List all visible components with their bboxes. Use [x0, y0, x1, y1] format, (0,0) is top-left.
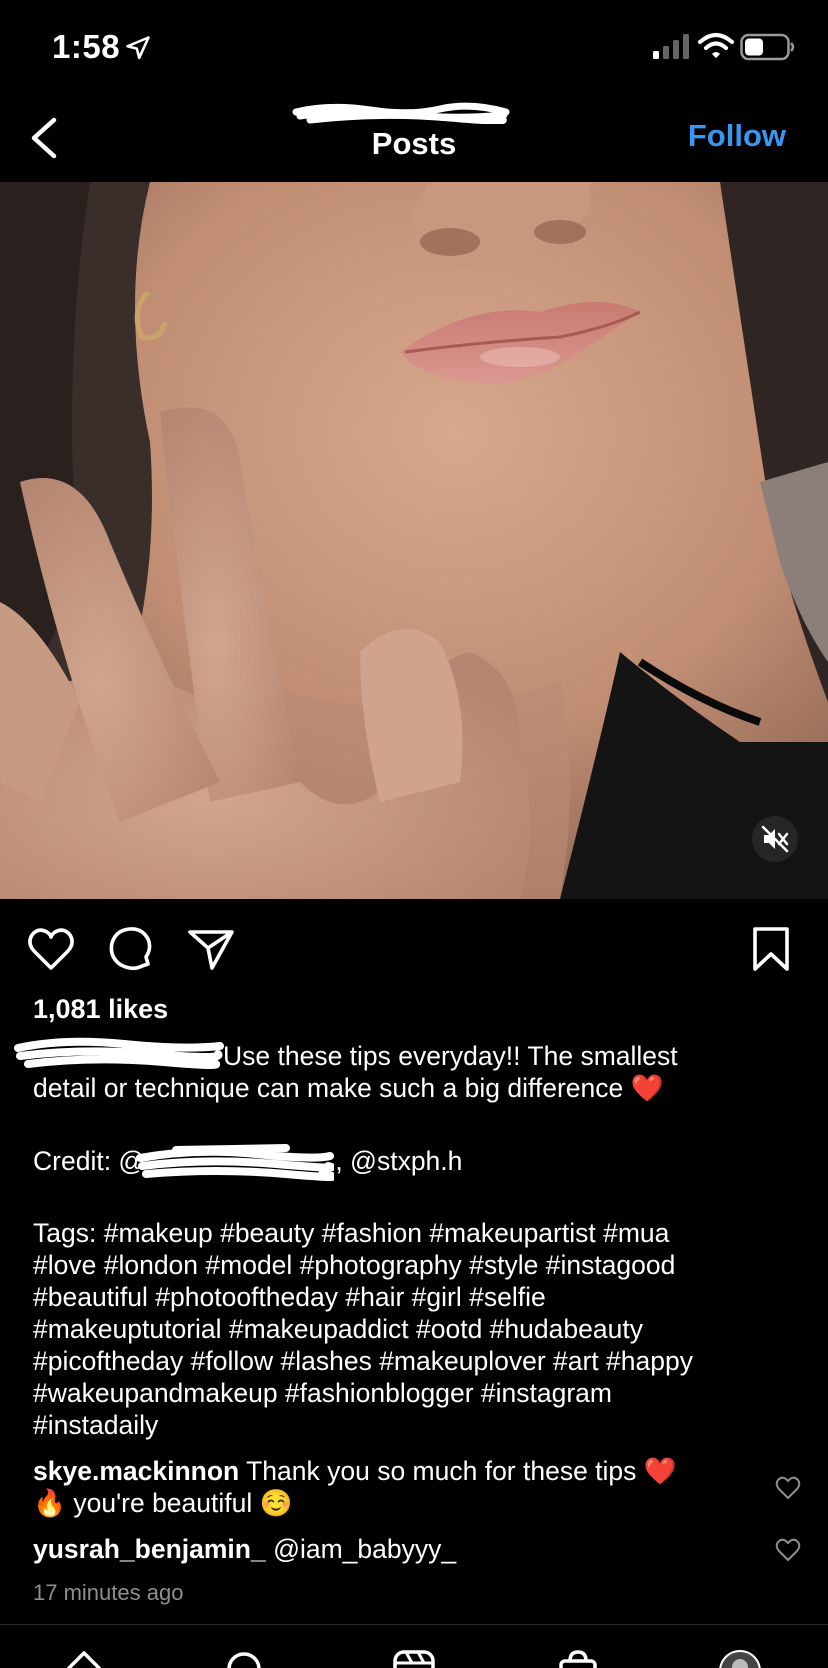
tags-line[interactable]: #makeuptutorial #makeupaddict #ootd #hud… [33, 1313, 803, 1345]
tags-line[interactable]: #picoftheday #follow #lashes #makeuplove… [33, 1345, 803, 1377]
comment-item: skye.mackinnon Thank you so much for the… [33, 1455, 733, 1519]
comment-username[interactable]: yusrah_benjamin_ [33, 1534, 266, 1564]
paper-plane-icon[interactable] [186, 924, 236, 974]
bookmark-icon[interactable] [746, 924, 796, 974]
credit-prefix: Credit: @ [33, 1146, 146, 1176]
redacted-credit-scribble [136, 1144, 334, 1181]
home-icon[interactable] [62, 1649, 106, 1668]
cellular-signal-icon [653, 34, 689, 59]
post-actions [0, 912, 828, 984]
comment-bubble-icon[interactable] [106, 924, 156, 974]
heart-icon[interactable] [26, 924, 76, 974]
tags-line[interactable]: #love #london #model #photography #style… [33, 1249, 803, 1281]
comment-text: 🔥 you're beautiful ☺️ [33, 1488, 293, 1518]
credit-mention[interactable]: , @stxph.h [335, 1146, 462, 1176]
status-bar: 1:58 [0, 0, 828, 96]
comment-item: yusrah_benjamin_ @iam_babyyy_ [33, 1533, 733, 1565]
tags-line[interactable]: #beautiful #photooftheday #hair #girl #s… [33, 1281, 803, 1313]
post-video[interactable] [0, 182, 828, 899]
tags-line[interactable]: #wakeupandmakeup #fashionblogger #instag… [33, 1377, 803, 1409]
comment-heart-icon[interactable] [775, 1476, 801, 1500]
comment-text[interactable]: @iam_babyyy_ [266, 1534, 456, 1564]
profile-avatar-icon[interactable] [718, 1649, 762, 1668]
search-icon[interactable] [224, 1649, 268, 1668]
like-count[interactable]: 1,081 likes [33, 994, 168, 1025]
follow-button[interactable]: Follow [688, 118, 786, 154]
location-arrow-icon [126, 36, 150, 60]
comment-heart-icon[interactable] [775, 1538, 801, 1562]
post-video-frame [0, 182, 828, 899]
caption-line-1: Use these tips everyday!! The smallest [223, 1041, 678, 1071]
shop-icon[interactable] [556, 1649, 600, 1668]
reels-icon[interactable] [392, 1649, 436, 1668]
nav-header: Posts Follow [0, 96, 828, 182]
battery-icon [740, 33, 795, 61]
comment-text: Thank you so much for these tips ❤️ [239, 1456, 677, 1486]
post-timestamp: 17 minutes ago [33, 1580, 184, 1605]
comment-username[interactable]: skye.mackinnon [33, 1456, 239, 1486]
post-caption: Use these tips everyday!! The smallest d… [33, 1040, 793, 1104]
tags-line[interactable]: Tags: #makeup #beauty #fashion #makeupar… [33, 1217, 803, 1249]
status-time: 1:58 [52, 28, 121, 65]
tags-line[interactable]: #instadaily [33, 1409, 803, 1441]
caption-line-2: detail or technique can make such a big … [33, 1073, 664, 1103]
speaker-muted-icon[interactable] [752, 816, 798, 862]
wifi-icon [698, 33, 734, 58]
post-tags: Tags: #makeup #beauty #fashion #makeupar… [33, 1217, 803, 1441]
redacted-username-scribble [292, 102, 510, 124]
bottom-tab-bar [0, 1625, 828, 1668]
